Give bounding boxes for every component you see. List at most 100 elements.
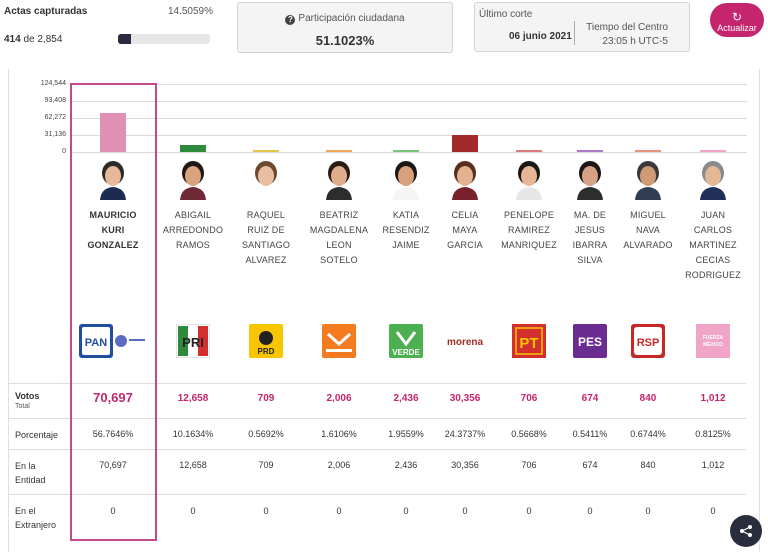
svg-text:PRD: PRD xyxy=(258,347,275,356)
percent-cell: 1.6106% xyxy=(321,429,357,439)
participacion-label: Participación ciudadana xyxy=(298,13,405,24)
party-logo-fuerza-méxico: FUERZA MÉXICO xyxy=(696,324,730,358)
extranjero-label-2: Extranjero xyxy=(15,520,57,530)
party-logo-pt: PT xyxy=(512,324,546,358)
svg-text:FUERZA: FUERZA xyxy=(703,335,724,341)
gridline xyxy=(70,152,747,153)
percent-cell: 0.8125% xyxy=(695,429,731,439)
actas-captured: 414 xyxy=(4,34,21,45)
y-tick: 93,408 xyxy=(44,97,66,104)
votes-total-cell: 12,658 xyxy=(177,393,209,404)
extranjero-cell: 0 xyxy=(645,506,651,516)
actas-percent: 14.5059% xyxy=(167,6,213,17)
ultimo-corte-card: Último corte 06 junio 2021 Tiempo del Ce… xyxy=(474,2,690,52)
entidad-label-2: Entidad xyxy=(15,475,46,485)
candidate-photo xyxy=(514,160,544,200)
candidate-column: ABIGAIL ARREDONDO RAMOS xyxy=(157,160,229,253)
question-icon[interactable]: ? xyxy=(285,15,296,25)
candidate-photo xyxy=(391,160,421,200)
actas-of: de xyxy=(23,34,35,45)
leading-candidate-highlight xyxy=(70,83,157,541)
actas-capturadas-card: Actas capturadas 14.5059% 414 de 2,854 xyxy=(0,0,219,58)
gridline xyxy=(70,135,747,136)
candidate-name-line: SANTIAGO xyxy=(241,240,291,250)
party-logo-verde: VERDE xyxy=(389,324,423,358)
share-button[interactable] xyxy=(730,515,762,547)
percent-cell: 24.3737% xyxy=(444,429,486,439)
party-logo-morena: morena xyxy=(445,324,485,358)
candidate-column: BEATRIZ MAGDALENA LEON SOTELO xyxy=(303,160,375,268)
extranjero-cell: 0 xyxy=(190,506,196,516)
actualizar-label: Actualizar xyxy=(717,23,757,33)
candidate-photo xyxy=(575,160,605,200)
entidad-cell: 1,012 xyxy=(701,460,725,470)
candidate-photo xyxy=(324,160,354,200)
candidate-name-line: CELIA xyxy=(451,210,479,220)
percent-cell: 0.6744% xyxy=(630,429,666,439)
percent-cell: 0.5692% xyxy=(248,429,284,439)
y-tick: 62,272 xyxy=(44,114,66,121)
candidate-photo xyxy=(450,160,480,200)
votes-total-cell: 840 xyxy=(639,393,657,404)
vote-bar xyxy=(253,150,279,152)
extranjero-label-1: En el xyxy=(15,506,36,516)
svg-text:morena: morena xyxy=(447,337,484,348)
y-tick: 124,544 xyxy=(40,80,66,87)
votes-total-cell: 2,006 xyxy=(326,393,352,404)
party-logo-pri: PRI xyxy=(176,324,210,358)
candidate-photo xyxy=(251,160,281,200)
candidate-name: MIGUEL NAVA ALVARADO xyxy=(612,208,684,253)
corte-tz-name: Tiempo del Centro xyxy=(586,22,668,33)
corte-title: Último corte xyxy=(479,9,533,20)
vote-bar xyxy=(180,145,206,152)
candidate-name-line: BEATRIZ xyxy=(319,210,359,220)
corte-divider xyxy=(574,21,575,45)
corte-timezone: Tiempo del Centro 23:05 h UTC-5 xyxy=(578,21,686,49)
candidate-name-line: RAMOS xyxy=(175,240,210,250)
candidate-name-line: RAQUEL xyxy=(246,210,286,220)
extranjero-cell: 0 xyxy=(336,506,342,516)
participacion-title: ? Participación ciudadana xyxy=(238,13,452,25)
actas-count: 414 de 2,854 xyxy=(4,34,62,45)
actas-progress-fill xyxy=(118,34,132,44)
actas-total: 2,854 xyxy=(37,34,63,45)
party-logo-movimiento-ciudadano xyxy=(322,324,356,358)
candidate-name-line: MARTINEZ xyxy=(689,240,737,250)
svg-text:PRI: PRI xyxy=(182,335,204,350)
candidate-name-line: NAVA xyxy=(636,225,660,235)
vote-bar xyxy=(635,150,661,152)
vote-bar xyxy=(577,150,603,152)
candidate-photo xyxy=(178,160,208,200)
svg-text:MÉXICO: MÉXICO xyxy=(703,340,723,348)
candidate-name-line: ARREDONDO xyxy=(162,225,224,235)
svg-text:PT: PT xyxy=(519,335,538,352)
votes-total-cell: 30,356 xyxy=(449,393,481,404)
actualizar-button[interactable]: ↻ Actualizar xyxy=(710,3,764,37)
svg-text:VERDE: VERDE xyxy=(392,348,420,357)
entidad-row-label: En la Entidad xyxy=(15,459,46,487)
candidate-name-line: JUAN xyxy=(700,210,726,220)
party-logo-prd: PRD xyxy=(249,324,283,358)
entidad-cell: 840 xyxy=(640,460,656,470)
candidate-column: RAQUEL RUIZ DE SANTIAGO ALVAREZ xyxy=(230,160,302,268)
candidate-photo xyxy=(698,160,728,200)
gridline xyxy=(70,101,747,102)
candidate-name-line: ALVAREZ xyxy=(245,255,287,265)
candidate-name-line: MAGDALENA xyxy=(309,225,369,235)
entidad-label-1: En la xyxy=(15,461,36,471)
extranjero-cell: 0 xyxy=(462,506,468,516)
porcentaje-row-label: Porcentaje xyxy=(15,430,59,440)
candidate-name-line: ALVARADO xyxy=(623,240,673,250)
party-logo-pes: PES xyxy=(573,324,607,358)
candidate-column: MIGUEL NAVA ALVARADO xyxy=(612,160,684,253)
actas-progress-bar xyxy=(118,34,210,44)
party-logo-rsp: RSP xyxy=(631,324,665,358)
candidate-column: JUAN CARLOS MARTINEZ CECIAS RODRIGUEZ xyxy=(677,160,749,283)
candidate-name-line: SOTELO xyxy=(320,255,358,265)
extranjero-row-label: En el Extranjero xyxy=(15,504,56,532)
candidate-name: JUAN CARLOS MARTINEZ CECIAS RODRIGUEZ xyxy=(677,208,749,283)
candidate-name: ABIGAIL ARREDONDO RAMOS xyxy=(157,208,229,253)
corte-time: 23:05 h UTC-5 xyxy=(602,36,668,47)
svg-text:RSP: RSP xyxy=(637,337,660,349)
candidate-name-line: CECIAS xyxy=(695,255,731,265)
